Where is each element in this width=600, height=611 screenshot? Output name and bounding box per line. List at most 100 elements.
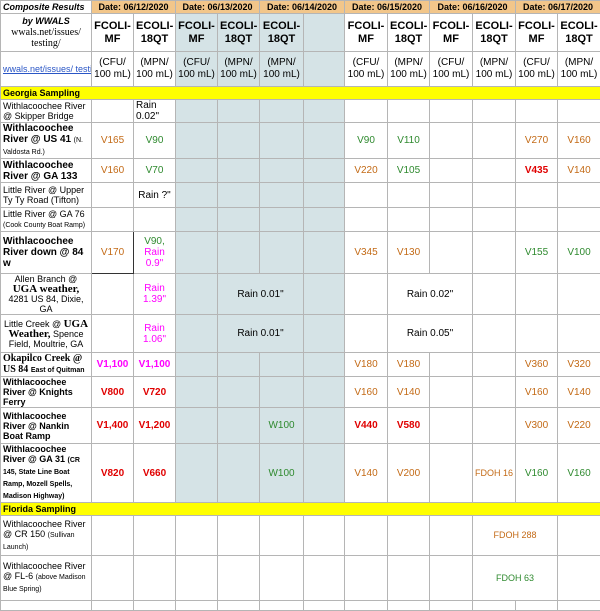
rain-note: Rain ?" (134, 183, 176, 208)
date-header: Date: 06/13/2020 (176, 1, 260, 14)
site-subname: East of Quitman (31, 367, 85, 374)
table-row: Little River @ Upper Ty Ty Road (Tifton)… (1, 183, 600, 208)
value-cell: V220 (345, 159, 388, 183)
value-cell: V220 (558, 408, 600, 444)
rain-note: Rain 0.02" (134, 100, 176, 123)
value-cell: V360 (516, 353, 558, 377)
section-row: Florida Sampling (1, 503, 600, 516)
unit-header: (MPN/ 100 mL) (388, 52, 430, 87)
value-cell: V140 (558, 159, 600, 183)
site-text: wwals.net/issues/ testing/ (3, 27, 89, 49)
site-name: Withlacoochee River @ US 41 (3, 123, 73, 145)
section-georgia: Georgia Sampling (1, 87, 600, 100)
byline-cell: by WWALS wwals.net/issues/ testing/ (1, 14, 92, 52)
param-header: ECOLI-18QT (388, 14, 430, 52)
value-cell: V1,400 (92, 408, 134, 444)
site-name: Withlacoochee River @ GA 133 (3, 160, 77, 182)
date-header: Date: 06/14/2020 (260, 1, 345, 14)
table-row: Withlacoochee River @ US 41 (N. Valdosta… (1, 123, 600, 159)
table-row (1, 601, 600, 611)
site-name: Withlacoochee River @ Knights Ferry (3, 377, 73, 407)
site-name: Withlacoochee River @ GA 31 (3, 444, 66, 464)
section-florida: Florida Sampling (1, 503, 600, 516)
value-cell: V160 (516, 444, 558, 503)
rain-note: Rain 0.05" (388, 315, 473, 353)
value-cell: V160 (92, 159, 134, 183)
rain-note: Rain 0.02" (388, 274, 473, 315)
site-name: Withlacoochee River down @ 84 w (3, 236, 83, 269)
site-name: Little River @ Upper Ty Ty Road (Tifton) (1, 183, 92, 208)
value-cell: V140 (558, 377, 600, 408)
unit-header: (CFU/ 100 mL) (92, 52, 134, 87)
rain-note: Rain 0.01" (218, 315, 304, 353)
value-cell: V300 (516, 408, 558, 444)
value-cell: V660 (134, 444, 176, 503)
table-row: Okapilco Creek @ US 84 East of Quitman V… (1, 353, 600, 377)
value-cell: V580 (388, 408, 430, 444)
date-header: Date: 06/17/2020 (516, 1, 600, 14)
value-cell: V90 (345, 123, 388, 159)
value-cell: V1,200 (134, 408, 176, 444)
value-cell: V160 (345, 377, 388, 408)
site-name: Withlacoochee River @ Nankin Boat Ramp (3, 411, 69, 441)
unit-header: (CFU/ 100 mL) (430, 52, 473, 87)
site-name: Withlacoochee River @ Skipper Bridge (1, 100, 92, 123)
value-cell: V155 (516, 232, 558, 274)
unit-header: (MPN/ 100 mL) (218, 52, 260, 87)
value-cell: V90 (134, 123, 176, 159)
table-row: Withlacoochee River down @ 84 w V170 V90… (1, 232, 600, 274)
value-cell: V270 (516, 123, 558, 159)
empty-cell (304, 14, 345, 52)
results-table: Composite Results Date: 06/12/2020 Date:… (0, 0, 600, 611)
site-name-cell: Withlacoochee River @ US 41 (N. Valdosta… (1, 123, 92, 159)
value-cell: V130 (388, 232, 430, 274)
value-cell: V160 (558, 444, 600, 503)
value-cell: FDOH 16 (473, 444, 516, 503)
value-cell: V720 (134, 377, 176, 408)
unit-header: (MPN/ 100 mL) (558, 52, 600, 87)
rain-note: Rain 1.06" (134, 315, 176, 353)
value-cell: V110 (388, 123, 430, 159)
site-name: Little River @ GA 76 (3, 209, 85, 219)
value-cell: V70 (134, 159, 176, 183)
value-cell: FDOH 288 (473, 516, 558, 556)
table-row: Withlacoochee River @ Skipper Bridge Rai… (1, 100, 600, 123)
table-row: Withlacoochee River @ GA 31 (CR 145, Sta… (1, 444, 600, 503)
value-cell: W100 (260, 444, 304, 503)
value-cell: V180 (345, 353, 388, 377)
table-row: Withlacoochee River @ Knights Ferry V800… (1, 377, 600, 408)
value-cell: V1,100 (134, 353, 176, 377)
rain-note: Rain 1.39" (134, 274, 176, 315)
param-header: FCOLI-MF (430, 14, 473, 52)
value-cell: V90, (136, 236, 173, 247)
table-row: Withlacoochee River @ FL-6 (above Madiso… (1, 556, 600, 601)
rain-note: Rain 0.01" (218, 274, 304, 315)
table-title: Composite Results (1, 1, 92, 14)
unit-header: (MPN/ 100 mL) (260, 52, 304, 87)
value-cell: V800 (92, 377, 134, 408)
section-row: Georgia Sampling (1, 87, 600, 100)
param-header: ECOLI-18QT (218, 14, 260, 52)
rain-note: Rain 0.9" (136, 247, 173, 269)
value-cell: V820 (92, 444, 134, 503)
param-header: ECOLI-18QT (558, 14, 600, 52)
value-cell: V160 (516, 377, 558, 408)
value-cell: FDOH 63 (473, 556, 558, 601)
units-row: wwals.net/issues/ testi (CFU/ 100 mL) (M… (1, 52, 600, 87)
param-header: FCOLI-MF (92, 14, 134, 52)
table-row: Withlacoochee River @ GA 133 V160 V70 V2… (1, 159, 600, 183)
date-header: Date: 06/12/2020 (92, 1, 176, 14)
value-cell: V345 (345, 232, 388, 274)
param-header: ECOLI-18QT (260, 14, 304, 52)
unit-header: (MPN/ 100 mL) (473, 52, 516, 87)
table-row: Little River @ GA 76(Cook County Boat Ra… (1, 208, 600, 232)
param-header: FCOLI-MF (345, 14, 388, 52)
param-header: ECOLI-18QT (473, 14, 516, 52)
param-header: FCOLI-MF (176, 14, 218, 52)
date-header: Date: 06/15/2020 (345, 1, 430, 14)
value-cell: V170 (92, 232, 134, 274)
value-cell: V160 (558, 123, 600, 159)
value-cell: V180 (388, 353, 430, 377)
empty-cell (304, 52, 345, 87)
testing-link[interactable]: wwals.net/issues/ testi (3, 64, 92, 74)
